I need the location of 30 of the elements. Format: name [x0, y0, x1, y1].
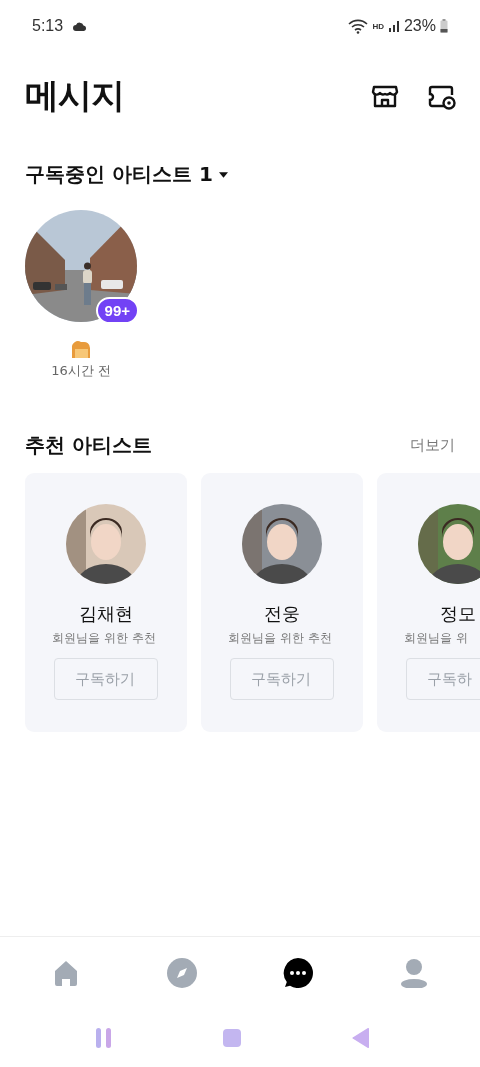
artist-card[interactable]: 정모 회원님을 위 구독하	[377, 473, 480, 732]
wifi-icon	[348, 18, 369, 34]
battery-icon	[440, 19, 448, 33]
status-time: 5:13	[32, 17, 64, 35]
profile-tab[interactable]	[399, 958, 429, 988]
signal-icon	[387, 20, 400, 32]
artist-name: 정모	[440, 602, 476, 626]
page-title: 메시지	[25, 74, 124, 117]
artist-card[interactable]: 전웅 회원님을 위한 추천 구독하기	[201, 473, 363, 732]
messages-tab[interactable]	[283, 958, 313, 988]
explore-tab[interactable]	[167, 958, 197, 988]
recommendation-label: 회원님을 위	[403, 630, 469, 647]
recent-apps-icon[interactable]	[95, 1027, 114, 1049]
recommendation-label: 회원님을 위한 추천	[227, 630, 333, 647]
hd-voice-label: HD	[372, 21, 384, 31]
bread-icon	[70, 340, 92, 360]
caret-icon[interactable]	[218, 171, 228, 178]
subscribed-dropdown[interactable]: 구독중인 아티스트 1	[25, 161, 228, 188]
back-icon[interactable]	[351, 1028, 370, 1048]
more-link[interactable]: 더보기	[410, 436, 455, 455]
artist-name: 김채현	[79, 602, 133, 626]
home-button-icon[interactable]	[223, 1029, 242, 1047]
artist-card[interactable]: 김채현 회원님을 위한 추천 구독하기	[25, 473, 187, 732]
unread-badge: 99+	[95, 297, 139, 324]
artist-name: 전웅	[264, 602, 300, 626]
battery-percent: 23%	[403, 17, 436, 35]
cloud-icon	[73, 21, 88, 31]
section-title: 추천 아티스트	[25, 432, 152, 459]
last-message-time: 16시간 전	[51, 362, 111, 380]
recommendation-label: 회원님을 위한 추천	[51, 630, 157, 647]
